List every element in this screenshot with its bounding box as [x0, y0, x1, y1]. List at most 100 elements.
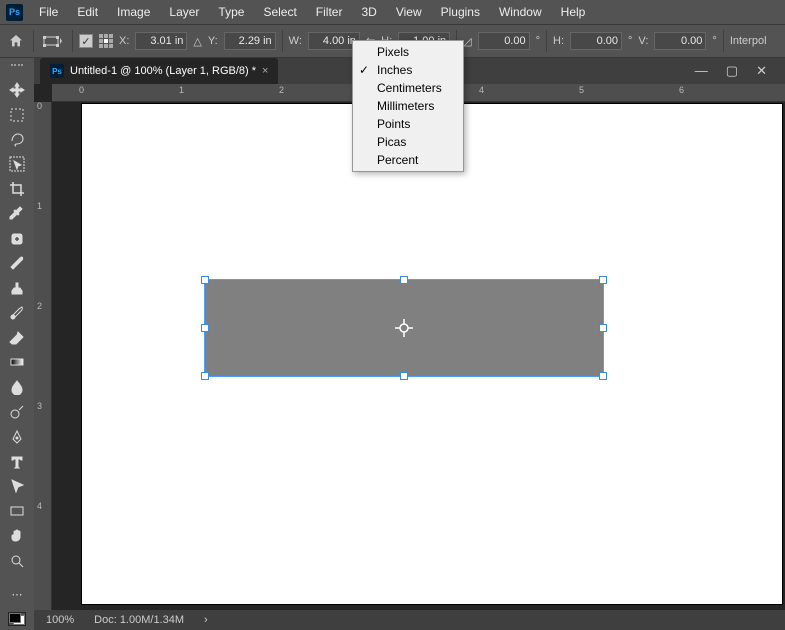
app-logo: Ps — [6, 4, 23, 21]
x-field[interactable]: 3.01 in — [135, 32, 187, 50]
close-tab-icon[interactable]: × — [262, 65, 268, 77]
handle-bottom-left[interactable] — [201, 372, 209, 380]
type-tool-icon[interactable] — [5, 451, 29, 473]
ruler-tick-label: 3 — [37, 401, 42, 411]
crop-tool-icon[interactable] — [5, 178, 29, 200]
y-field[interactable]: 2.29 in — [224, 32, 276, 50]
units-option-inches[interactable]: Inches — [353, 61, 463, 79]
object-selection-tool-icon[interactable] — [5, 153, 29, 175]
handle-middle-right[interactable] — [599, 324, 607, 332]
ruler-tick-label: 1 — [37, 201, 42, 211]
handle-bottom-middle[interactable] — [400, 372, 408, 380]
document-title: Untitled-1 @ 100% (Layer 1, RGB/8) * — [70, 65, 256, 77]
canvas-viewport[interactable] — [52, 102, 785, 610]
ruler-tick-label: 5 — [579, 85, 584, 95]
pen-tool-icon[interactable] — [5, 426, 29, 448]
vskew-field[interactable]: 0.00 — [654, 32, 706, 50]
menu-image[interactable]: Image — [108, 2, 159, 22]
reference-point-grid[interactable] — [99, 34, 113, 48]
y-label: Y: — [208, 35, 218, 47]
deg-icon: ° — [628, 35, 632, 47]
ruler-tick-label: 1 — [179, 85, 184, 95]
tool-panel: ⋯ — [0, 58, 34, 630]
reference-point-toggle[interactable]: ✓ — [79, 34, 93, 48]
handle-top-right[interactable] — [599, 276, 607, 284]
move-tool-icon[interactable] — [5, 79, 29, 101]
interpolation-label: Interpol — [730, 35, 767, 47]
transform-bounding-box-icon[interactable] — [40, 31, 66, 51]
angle-field[interactable]: 0.00 — [478, 32, 530, 50]
ruler-tick-label: 0 — [79, 85, 84, 95]
units-option-centimeters[interactable]: Centimeters — [353, 79, 463, 97]
gradient-tool-icon[interactable] — [5, 352, 29, 374]
clone-stamp-tool-icon[interactable] — [5, 277, 29, 299]
ruler-tick-label: 2 — [37, 301, 42, 311]
doc-size-readout[interactable]: Doc: 1.00M/1.34M — [94, 614, 184, 626]
menu-plugins[interactable]: Plugins — [432, 2, 489, 22]
deg-icon: ° — [712, 35, 716, 47]
ruler-vertical[interactable]: 01234 — [34, 102, 52, 610]
x-label: X: — [119, 35, 129, 47]
panel-grip[interactable] — [11, 64, 23, 72]
units-option-pixels[interactable]: Pixels — [353, 43, 463, 61]
hskew-label: H: — [553, 35, 564, 47]
zoom-tool-icon[interactable] — [5, 550, 29, 572]
color-swatch[interactable] — [5, 608, 29, 630]
units-option-millimeters[interactable]: Millimeters — [353, 97, 463, 115]
handle-top-left[interactable] — [201, 276, 209, 284]
menu-help[interactable]: Help — [552, 2, 595, 22]
units-option-points[interactable]: Points — [353, 115, 463, 133]
menu-window[interactable]: Window — [490, 2, 551, 22]
edit-toolbar-icon[interactable]: ⋯ — [5, 584, 29, 606]
status-bar: 100% Doc: 1.00M/1.34M › — [34, 610, 785, 630]
w-label: W: — [289, 35, 302, 47]
menu-filter[interactable]: Filter — [307, 2, 352, 22]
divider — [72, 30, 73, 52]
divider — [282, 30, 283, 52]
hskew-field[interactable]: 0.00 — [570, 32, 622, 50]
brush-tool-icon[interactable] — [5, 252, 29, 274]
delta-icon[interactable]: △ — [193, 35, 201, 48]
menu-type[interactable]: Type — [209, 2, 253, 22]
ps-file-icon: Ps — [50, 64, 64, 78]
window-minimize-icon[interactable]: — — [695, 63, 708, 79]
menu-select[interactable]: Select — [254, 2, 305, 22]
deg-icon: ° — [536, 35, 540, 47]
marquee-tool-icon[interactable] — [5, 104, 29, 126]
menu-view[interactable]: View — [387, 2, 431, 22]
history-brush-tool-icon[interactable] — [5, 302, 29, 324]
window-maximize-icon[interactable]: ▢ — [726, 63, 738, 79]
hand-tool-icon[interactable] — [5, 525, 29, 547]
document-tab[interactable]: Ps Untitled-1 @ 100% (Layer 1, RGB/8) * … — [40, 58, 278, 84]
units-context-menu: PixelsInchesCentimetersMillimetersPoints… — [352, 40, 464, 172]
units-option-percent[interactable]: Percent — [353, 151, 463, 169]
rectangle-tool-icon[interactable] — [5, 500, 29, 522]
blur-tool-icon[interactable] — [5, 376, 29, 398]
menu-3d[interactable]: 3D — [352, 2, 385, 22]
handle-middle-left[interactable] — [201, 324, 209, 332]
window-close-icon[interactable]: ✕ — [756, 63, 767, 79]
ruler-tick-label: 4 — [37, 501, 42, 511]
transform-bounding-box[interactable] — [204, 279, 604, 377]
path-selection-tool-icon[interactable] — [5, 475, 29, 497]
menu-file[interactable]: File — [30, 2, 67, 22]
lasso-tool-icon[interactable] — [5, 129, 29, 151]
eraser-tool-icon[interactable] — [5, 327, 29, 349]
vskew-label: V: — [638, 35, 648, 47]
units-option-picas[interactable]: Picas — [353, 133, 463, 151]
eyedropper-tool-icon[interactable] — [5, 203, 29, 225]
divider — [33, 30, 34, 52]
dodge-tool-icon[interactable] — [5, 401, 29, 423]
handle-top-middle[interactable] — [400, 276, 408, 284]
healing-brush-tool-icon[interactable] — [5, 228, 29, 250]
ruler-tick-label: 4 — [479, 85, 484, 95]
transform-center-icon[interactable] — [395, 319, 413, 337]
home-icon[interactable] — [5, 30, 27, 52]
status-arrow-icon[interactable]: › — [204, 614, 208, 626]
canvas[interactable] — [82, 104, 782, 604]
zoom-readout[interactable]: 100% — [46, 614, 74, 626]
menu-edit[interactable]: Edit — [68, 2, 107, 22]
divider — [546, 30, 547, 52]
handle-bottom-right[interactable] — [599, 372, 607, 380]
menu-layer[interactable]: Layer — [160, 2, 208, 22]
